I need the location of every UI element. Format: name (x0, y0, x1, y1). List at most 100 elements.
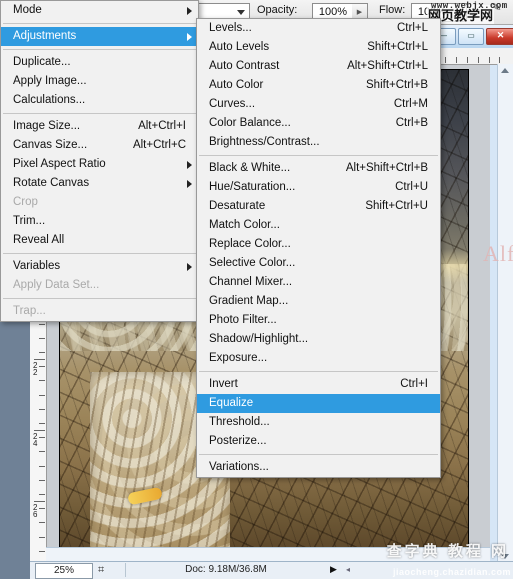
menu-item-levels[interactable]: Levels... Ctrl+L (197, 19, 440, 38)
document-size-info: Doc: 9.18M/36.8M (125, 563, 326, 577)
maximize-button[interactable]: ▭ (458, 28, 484, 45)
menu-item-canvas-size[interactable]: Canvas Size... Alt+Ctrl+C (1, 136, 198, 155)
preview-proxy-icon[interactable]: ⌗ (98, 564, 112, 577)
submenu-arrow-icon (187, 263, 192, 271)
ruler-v-minor-tick (39, 551, 45, 552)
zoom-level-input[interactable]: 25% (35, 563, 93, 579)
menu-item-label: Crop (13, 196, 38, 208)
status-menu-arrow-icon[interactable]: ▶ (330, 564, 337, 575)
ruler-v-minor-tick (39, 380, 45, 381)
menu-item-shadow-highlight[interactable]: Shadow/Highlight... (197, 330, 440, 349)
menu-item-pixel-aspect-ratio[interactable]: Pixel Aspect Ratio (1, 155, 198, 174)
vertical-scrollbar[interactable] (497, 64, 513, 563)
menu-item-shortcut: Shift+Ctrl+B (366, 79, 428, 91)
menu-item-label: Auto Color (209, 79, 264, 91)
ruler-v-label: 2 4 (33, 432, 37, 448)
menu-item-label: Match Color... (209, 219, 280, 231)
menu-item-selective-color[interactable]: Selective Color... (197, 254, 440, 273)
flow-label: Flow: (379, 4, 406, 16)
menu-item-reveal-all[interactable]: Reveal All (1, 231, 198, 250)
menu-separator (3, 23, 196, 24)
menu-item-posterize[interactable]: Posterize... (197, 432, 440, 451)
menu-item-invert[interactable]: Invert Ctrl+I (197, 375, 440, 394)
ruler-v-minor-tick (39, 466, 45, 467)
ruler-h-minor-tick (445, 57, 446, 63)
menu-separator (3, 113, 196, 114)
submenu-arrow-icon (187, 180, 192, 188)
menu-item-curves[interactable]: Curves... Ctrl+M (197, 95, 440, 114)
menu-item-shortcut: Alt+Shift+Ctrl+B (345, 162, 428, 174)
menu-item-threshold[interactable]: Threshold... (197, 413, 440, 432)
menu-item-shortcut: Ctrl+B (395, 117, 428, 129)
menu-item-color-balance[interactable]: Color Balance... Ctrl+B (197, 114, 440, 133)
menu-item-mode[interactable]: Mode (1, 1, 198, 20)
ruler-h-minor-tick (478, 57, 479, 63)
menu-item-auto-contrast[interactable]: Auto Contrast Alt+Shift+Ctrl+L (197, 57, 440, 76)
ruler-h-minor-tick (499, 57, 500, 63)
ruler-v-tick (34, 501, 45, 502)
menu-item-exposure[interactable]: Exposure... (197, 349, 440, 368)
menu-item-label: Variations... (209, 461, 269, 473)
menu-item-desaturate[interactable]: Desaturate Shift+Ctrl+U (197, 197, 440, 216)
menu-item-label: Image Size... (13, 120, 81, 132)
menu-item-variables[interactable]: Variables (1, 257, 198, 276)
menu-item-label: Curves... (209, 98, 256, 110)
menu-item-duplicate[interactable]: Duplicate... (1, 53, 198, 72)
menu-separator (199, 155, 438, 156)
menu-separator (3, 253, 196, 254)
menu-item-label: Rotate Canvas (13, 177, 90, 189)
status-resize-icon[interactable]: ◂ (346, 565, 350, 574)
menu-item-label: Auto Levels (209, 41, 270, 53)
menu-item-label: Equalize (209, 397, 254, 409)
ruler-v-minor-tick (39, 494, 45, 495)
menu-item-photo-filter[interactable]: Photo Filter... (197, 311, 440, 330)
ruler-v-minor-tick (39, 522, 45, 523)
menu-item-shortcut: Ctrl+U (395, 181, 428, 193)
scroll-up-icon[interactable] (501, 68, 509, 73)
ruler-v-tick (34, 430, 45, 431)
menu-item-shortcut: Ctrl+L (397, 22, 428, 34)
menu-item-label: Auto Contrast (209, 60, 280, 72)
menu-item-match-color[interactable]: Match Color... (197, 216, 440, 235)
menu-item-label: Channel Mixer... (209, 276, 293, 288)
menu-item-apply-image[interactable]: Apply Image... (1, 72, 198, 91)
adjustments-submenu[interactable]: Alfoart.com Levels...Ctrl+LAuto LevelsSh… (196, 18, 513, 478)
menu-item-hue-saturation[interactable]: Hue/Saturation... Ctrl+U (197, 178, 440, 197)
menu-item-calculations[interactable]: Calculations... (1, 91, 198, 110)
menu-item-rotate-canvas[interactable]: Rotate Canvas (1, 174, 198, 193)
menu-item-shortcut: Shift+Ctrl+L (367, 41, 428, 53)
menu-item-image-size[interactable]: Image Size... Alt+Ctrl+I (1, 117, 198, 136)
ruler-v-minor-tick (39, 480, 45, 481)
menu-item-shortcut: Alt+Ctrl+I (138, 120, 186, 132)
menu-item-brightness-contrast[interactable]: Brightness/Contrast... (197, 133, 440, 152)
submenu-arrow-icon (187, 33, 192, 41)
menu-item-replace-color[interactable]: Replace Color... (197, 235, 440, 254)
menu-item-label: Apply Data Set... (13, 279, 100, 291)
menu-item-channel-mixer[interactable]: Channel Mixer... (197, 273, 440, 292)
menu-item-adjustments[interactable]: Adjustments (1, 27, 198, 46)
menu-item-crop: Crop (1, 193, 198, 212)
menu-item-label: Levels... (209, 22, 252, 34)
menu-item-label: Brightness/Contrast... (209, 136, 320, 148)
menu-item-label: Adjustments (13, 30, 77, 42)
menu-item-label: Gradient Map... (209, 295, 289, 307)
menu-item-auto-color[interactable]: Auto Color Shift+Ctrl+B (197, 76, 440, 95)
menu-item-label: Pixel Aspect Ratio (13, 158, 106, 170)
menu-item-trim[interactable]: Trim... (1, 212, 198, 231)
ruler-v-minor-tick (39, 451, 45, 452)
menu-item-auto-levels[interactable]: Auto Levels Shift+Ctrl+L (197, 38, 440, 57)
menu-item-apply-data-set: Apply Data Set... (1, 276, 198, 295)
menu-item-label: Photo Filter... (209, 314, 277, 326)
image-highlight-accent (127, 486, 163, 506)
menu-item-trap: Trap... (1, 302, 198, 321)
menu-item-gradient-map[interactable]: Gradient Map... (197, 292, 440, 311)
menu-item-equalize[interactable]: Equalize (197, 394, 440, 413)
menu-item-label: Calculations... (13, 94, 86, 106)
submenu-arrow-icon (187, 161, 192, 169)
menu-item-shortcut: Ctrl+M (393, 98, 428, 110)
ruler-h-minor-tick (456, 57, 457, 63)
menu-item-variations[interactable]: Variations... (197, 458, 440, 477)
close-button[interactable]: ✕ (486, 28, 513, 45)
menu-item-black-white[interactable]: Black & White... Alt+Shift+Ctrl+B (197, 159, 440, 178)
image-menu[interactable]: Mode Adjustments Duplicate... Apply Image..… (0, 0, 199, 322)
